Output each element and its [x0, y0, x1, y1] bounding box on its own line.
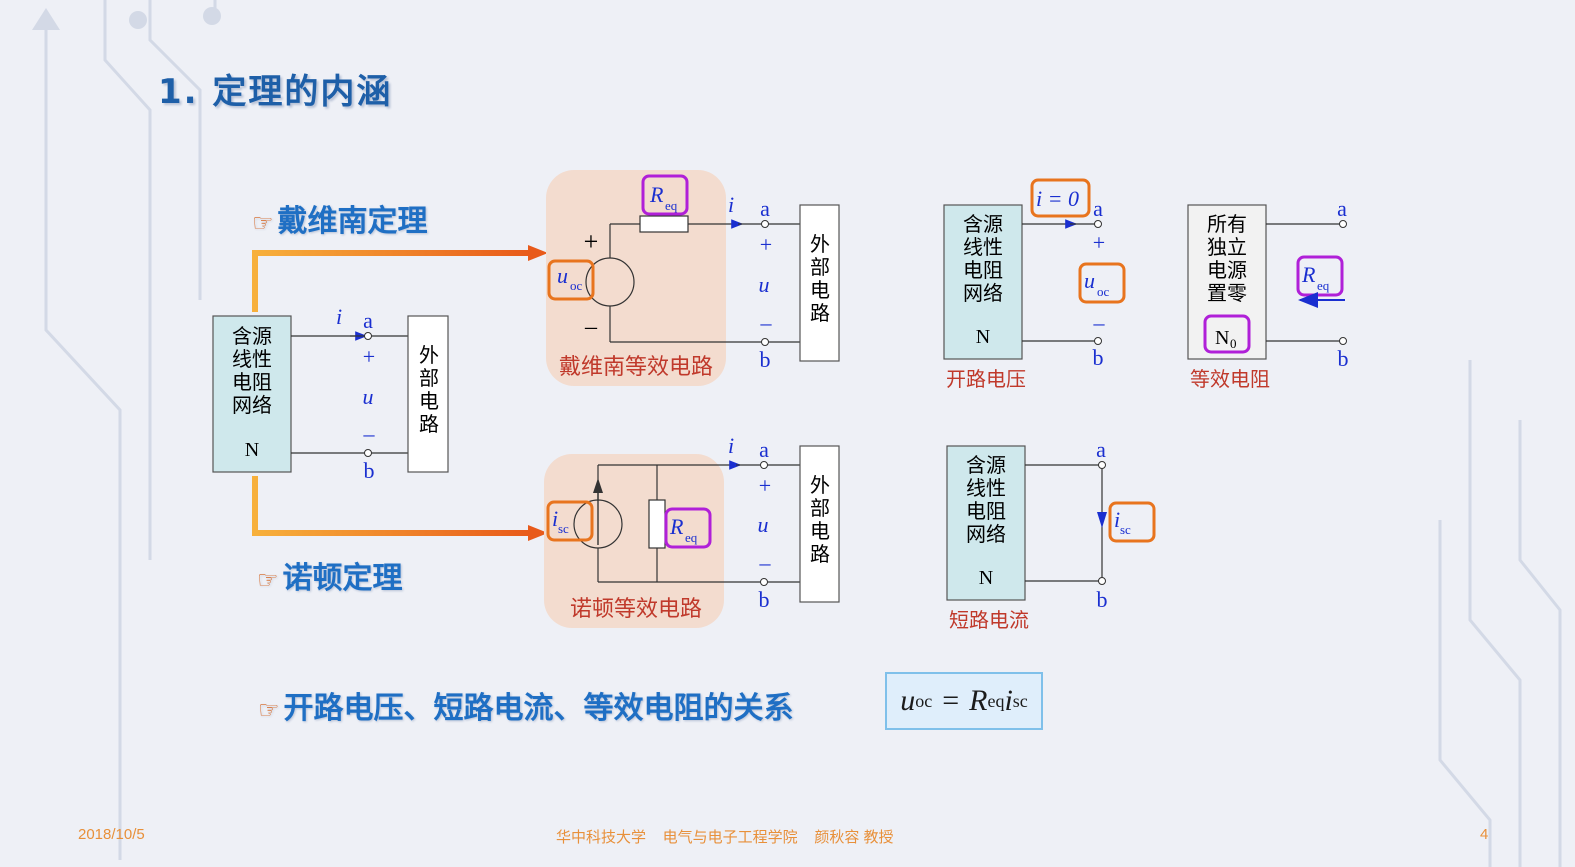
- external-line-2: 部: [810, 255, 830, 279]
- norton-caption: 诺顿等效电路: [570, 597, 702, 622]
- uoc-subscript: oc: [1097, 284, 1110, 299]
- external-line-1: 外: [810, 232, 830, 256]
- voltage-u-label: u: [758, 512, 769, 537]
- circuit-diagrams: 含源 线性 电阻 网络 N i a + u – b 外 部 电 路 + – u …: [212, 170, 1349, 632]
- terminal-b: b: [760, 347, 771, 372]
- network-line-2: 线性: [232, 347, 272, 371]
- network-line-1: 含源: [966, 453, 1006, 477]
- network-line-1: 含源: [232, 324, 272, 348]
- plus-sign: +: [759, 473, 771, 498]
- terminal-a: a: [1096, 437, 1106, 462]
- network-line-3: 电阻: [963, 258, 1003, 282]
- terminal-b: b: [1093, 345, 1104, 370]
- external-line-2: 部: [419, 366, 439, 390]
- voltage-u-label: u: [759, 272, 770, 297]
- n0-subscript: 0: [1230, 336, 1237, 351]
- network-N: N: [976, 326, 990, 348]
- uoc-label: u: [1084, 268, 1095, 293]
- open-voltage-circuit: 含源 线性 电阻 网络 N i = 0 a + u oc – b 开路电压: [943, 178, 1126, 391]
- thevenin-arrow: [252, 245, 548, 312]
- external-line-1: 外: [419, 343, 439, 367]
- network-line-4: 网络: [966, 522, 1006, 546]
- current-i-label: i: [728, 192, 734, 217]
- thevenin-caption: 戴维南等效电路: [559, 355, 713, 380]
- open-voltage-caption: 开路电压: [946, 367, 1026, 391]
- zeroed-line-1: 所有: [1207, 212, 1247, 236]
- original-circuit: 含源 线性 电阻 网络 N i a + u – b 外 部 电 路: [212, 304, 449, 483]
- network-N: N: [245, 439, 259, 461]
- external-line-4: 路: [810, 301, 830, 325]
- norton-equivalent: i sc R eq i a + u – b 外 部 电 路 诺顿等效电路: [544, 433, 840, 628]
- network-line-4: 网络: [963, 281, 1003, 305]
- terminal-a: a: [1093, 196, 1103, 221]
- current-i-label: i: [728, 433, 734, 458]
- equiv-resistance-caption: 等效电阻: [1190, 367, 1270, 391]
- terminal-b: b: [1338, 346, 1349, 371]
- uoc-subscript: oc: [570, 278, 583, 293]
- req-subscript: eq: [665, 198, 678, 213]
- source-minus: –: [584, 314, 598, 340]
- source-plus: +: [584, 227, 599, 256]
- external-line-3: 电: [419, 389, 439, 413]
- terminal-a: a: [1337, 196, 1347, 221]
- uoc-label: u: [557, 263, 568, 288]
- external-line-3: 电: [810, 278, 830, 302]
- network-line-2: 线性: [966, 476, 1006, 500]
- footer-page-number: 4: [1480, 826, 1489, 843]
- external-line-4: 路: [419, 412, 439, 436]
- minus-sign: –: [759, 550, 772, 575]
- terminal-a: a: [760, 196, 770, 221]
- terminal-b: b: [759, 587, 770, 612]
- req-label: R: [669, 514, 684, 539]
- network-line-4: 网络: [232, 393, 272, 417]
- req-label: R: [1301, 262, 1316, 287]
- network-line-3: 电阻: [966, 499, 1006, 523]
- slide: 1. 定理的内涵 ☞ 戴维南定理 ☞ 诺顿定理 ☞ 开路电压、短路电流、等效电阻的关系…: [0, 0, 1575, 867]
- current-i-label: i: [336, 304, 342, 329]
- req-subscript: eq: [1317, 278, 1330, 293]
- i-equals-zero: i = 0: [1036, 186, 1079, 211]
- req-subscript: eq: [685, 530, 698, 545]
- norton-arrow: [252, 476, 548, 541]
- terminal-b: b: [1097, 587, 1108, 612]
- external-line-4: 路: [810, 542, 830, 566]
- external-line-3: 电: [810, 519, 830, 543]
- minus-sign: –: [363, 421, 376, 446]
- external-line-1: 外: [810, 473, 830, 497]
- footer-date: 2018/10/5: [78, 826, 145, 843]
- network-line-2: 线性: [963, 235, 1003, 259]
- terminal-a: a: [759, 437, 769, 462]
- zeroed-line-2: 独立: [1207, 235, 1247, 259]
- footer-institution: 华中科技大学 电气与电子工程学院 颜秋容 教授: [556, 829, 894, 846]
- isc-subscript: sc: [558, 521, 569, 536]
- network-line-3: 电阻: [232, 370, 272, 394]
- zeroed-line-4: 置零: [1207, 281, 1247, 305]
- terminal-a: a: [363, 308, 373, 333]
- equiv-resistance-circuit: 所有 独立 电源 置零 N 0 a b R eq 等效电阻: [1187, 196, 1349, 391]
- plus-sign: +: [1093, 230, 1105, 255]
- short-current-caption: 短路电流: [949, 608, 1029, 632]
- short-current-circuit: 含源 线性 电阻 网络 N a b i sc 短路电流: [946, 437, 1156, 632]
- minus-sign: –: [1093, 310, 1106, 335]
- voltage-u-label: u: [363, 384, 374, 409]
- minus-sign: –: [760, 310, 773, 335]
- zeroed-line-3: 电源: [1207, 258, 1247, 282]
- plus-sign: +: [760, 232, 772, 257]
- external-line-2: 部: [810, 496, 830, 520]
- req-label: R: [649, 182, 664, 207]
- network-N: N: [979, 567, 993, 589]
- isc-subscript: sc: [1120, 522, 1131, 537]
- terminal-b: b: [364, 458, 375, 483]
- network-line-1: 含源: [963, 212, 1003, 236]
- thevenin-equivalent: + – u oc R eq i a + u – b 外 部 电 路 戴维南等效电…: [546, 170, 840, 386]
- plus-sign: +: [363, 344, 375, 369]
- n0-label: N: [1215, 327, 1229, 349]
